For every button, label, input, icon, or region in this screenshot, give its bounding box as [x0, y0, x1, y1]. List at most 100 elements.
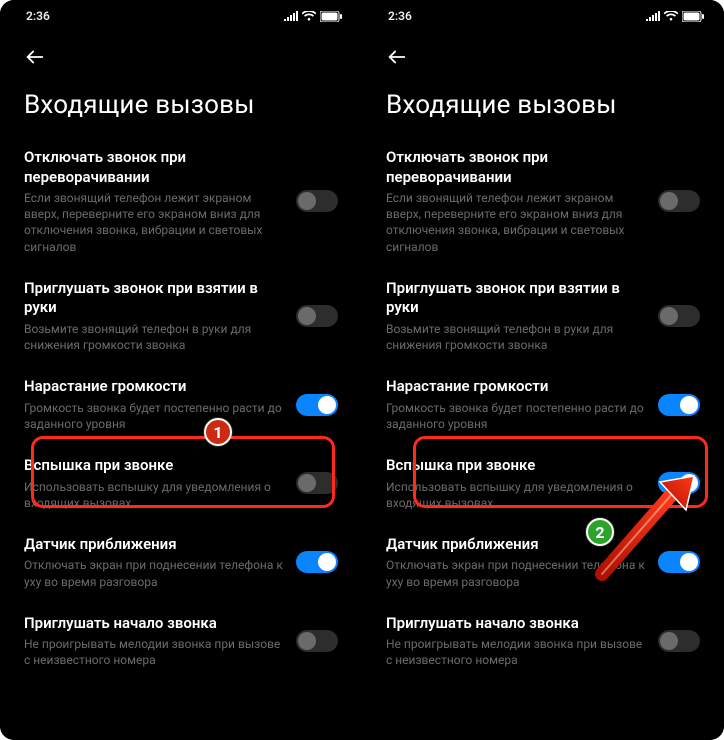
toggle-knob [660, 192, 678, 210]
wifi-icon [302, 11, 316, 21]
signal-icon [646, 11, 660, 21]
back-row [0, 26, 362, 82]
toggle-flash_on_call[interactable] [296, 472, 338, 494]
back-icon[interactable] [24, 46, 46, 68]
toggle-knob [298, 307, 316, 325]
setting-title: Приглушать начало звонка [386, 614, 646, 634]
status-bar: 2:36 [362, 0, 724, 26]
annotation-badge-1: 1 [204, 418, 232, 446]
toggle-mute_start_ring[interactable] [296, 630, 338, 652]
phone-screen-left: 2:36 Входящие вызовы Отключать звонок пр… [0, 0, 362, 740]
setting-ascending_volume[interactable]: Нарастание громкостиГромкость звонка буд… [362, 365, 724, 444]
setting-text: Приглушать звонок при взятии в рукиВозьм… [386, 279, 646, 353]
setting-text: Нарастание громкости Громкость звонка буд… [24, 377, 284, 432]
setting-desc: Возьмите звонящий телефон в руки для сни… [386, 321, 646, 353]
toggle-knob [660, 307, 678, 325]
toggle-knob [298, 632, 316, 650]
setting-desc: Если звонящий телефон лежит экраном ввер… [24, 190, 284, 255]
toggle-knob [660, 632, 678, 650]
setting-text: Приглушать начало звонкаНе проигрывать м… [24, 614, 284, 669]
page-title: Входящие вызовы [0, 82, 362, 136]
setting-desc: Громкость звонка будет постепенно расти … [24, 400, 284, 432]
setting-switch-container [296, 394, 338, 416]
toggle-knob [680, 474, 698, 492]
setting-switch-container [658, 551, 700, 573]
setting-text: Отключать звонок при переворачиванииЕсли… [24, 148, 284, 255]
setting-switch-container [658, 394, 700, 416]
setting-desc: Если звонящий телефон лежит экраном ввер… [386, 190, 646, 255]
setting-desc: Громкость звонка будет постепенно расти … [386, 400, 646, 432]
toggle-ascending_volume[interactable] [296, 394, 338, 416]
wifi-icon [664, 11, 678, 21]
status-bar: 2:36 [0, 0, 362, 26]
setting-proximity_sensor[interactable]: Датчик приближенияОтключать экран при по… [362, 523, 724, 602]
setting-proximity_sensor[interactable]: Датчик приближенияОтключать экран при по… [0, 523, 362, 602]
setting-switch-container [296, 472, 338, 494]
setting-title: Вспышка при звонке [24, 456, 284, 476]
toggle-knob [318, 553, 336, 571]
setting-desc: Отключать экран при поднесении телефона … [386, 557, 646, 589]
setting-ascending_volume[interactable]: Нарастание громкости Громкость звонка буд… [0, 365, 362, 444]
signal-icon [284, 11, 298, 21]
annotation-badge-2: 2 [586, 518, 614, 546]
toggle-flip_to_silence[interactable] [296, 190, 338, 212]
setting-switch-container [296, 305, 338, 327]
toggle-pickup_quiet[interactable] [658, 305, 700, 327]
toggle-flash_on_call[interactable] [658, 472, 700, 494]
settings-list-left: Отключать звонок при переворачиванииЕсли… [0, 136, 362, 681]
setting-title: Приглушать начало звонка [24, 614, 284, 634]
toggle-mute_start_ring[interactable] [658, 630, 700, 652]
setting-mute_start_ring[interactable]: Приглушать начало звонкаНе проигрывать м… [362, 602, 724, 681]
setting-title: Датчик приближения [24, 535, 284, 555]
setting-text: Вспышка при звонке Использовать вспышку д… [386, 456, 646, 511]
setting-text: Вспышка при звонке Использовать вспышку д… [24, 456, 284, 511]
setting-switch-container [296, 551, 338, 573]
toggle-knob [680, 553, 698, 571]
setting-title: Вспышка при звонке [386, 456, 646, 476]
status-icons [646, 11, 704, 22]
setting-text: Отключать звонок при переворачиванииЕсли… [386, 148, 646, 255]
toggle-proximity_sensor[interactable] [296, 551, 338, 573]
setting-title: Приглушать звонок при взятии в руки [24, 279, 284, 318]
battery-icon [682, 11, 704, 22]
setting-text: Нарастание громкостиГромкость звонка буд… [386, 377, 646, 432]
status-icons [284, 11, 342, 22]
toggle-knob [298, 192, 316, 210]
setting-flash_on_call[interactable]: Вспышка при звонке Использовать вспышку д… [362, 444, 724, 523]
setting-pickup_quiet[interactable]: Приглушать звонок при взятии в рукиВозьм… [0, 267, 362, 365]
setting-desc: Не проигрывать мелодии звонка при вызове… [386, 636, 646, 668]
status-time: 2:36 [26, 9, 50, 23]
back-icon[interactable] [386, 46, 408, 68]
setting-desc: Возьмите звонящий телефон в руки для сни… [24, 321, 284, 353]
setting-desc: Использовать вспышку для уведомления о в… [24, 479, 284, 511]
setting-switch-container [658, 472, 700, 494]
setting-desc: Не проигрывать мелодии звонка при вызове… [24, 636, 284, 668]
setting-switch-container [296, 630, 338, 652]
setting-flip_to_silence[interactable]: Отключать звонок при переворачиванииЕсли… [362, 136, 724, 267]
screenshot-canvas: 2:36 Входящие вызовы Отключать звонок пр… [0, 0, 724, 740]
settings-list-right: Отключать звонок при переворачиванииЕсли… [362, 136, 724, 681]
battery-icon [320, 11, 342, 22]
toggle-flip_to_silence[interactable] [658, 190, 700, 212]
back-row [362, 26, 724, 82]
setting-switch-container [296, 190, 338, 212]
toggle-proximity_sensor[interactable] [658, 551, 700, 573]
setting-flip_to_silence[interactable]: Отключать звонок при переворачиванииЕсли… [0, 136, 362, 267]
phone-screen-right: 2:36 Входящие вызовы Отключать звонок пр… [362, 0, 724, 740]
toggle-ascending_volume[interactable] [658, 394, 700, 416]
toggle-knob [298, 474, 316, 492]
setting-title: Нарастание громкости [24, 377, 284, 397]
setting-switch-container [658, 630, 700, 652]
setting-desc: Использовать вспышку для уведомления о в… [386, 479, 646, 511]
setting-switch-container [658, 190, 700, 212]
toggle-knob [318, 396, 336, 414]
status-time: 2:36 [388, 9, 412, 23]
page-title: Входящие вызовы [362, 82, 724, 136]
toggle-pickup_quiet[interactable] [296, 305, 338, 327]
setting-flash_on_call[interactable]: Вспышка при звонке Использовать вспышку д… [0, 444, 362, 523]
setting-text: Приглушать начало звонкаНе проигрывать м… [386, 614, 646, 669]
setting-title: Приглушать звонок при взятии в руки [386, 279, 646, 318]
setting-pickup_quiet[interactable]: Приглушать звонок при взятии в рукиВозьм… [362, 267, 724, 365]
setting-mute_start_ring[interactable]: Приглушать начало звонкаНе проигрывать м… [0, 602, 362, 681]
setting-title: Отключать звонок при переворачивании [386, 148, 646, 187]
